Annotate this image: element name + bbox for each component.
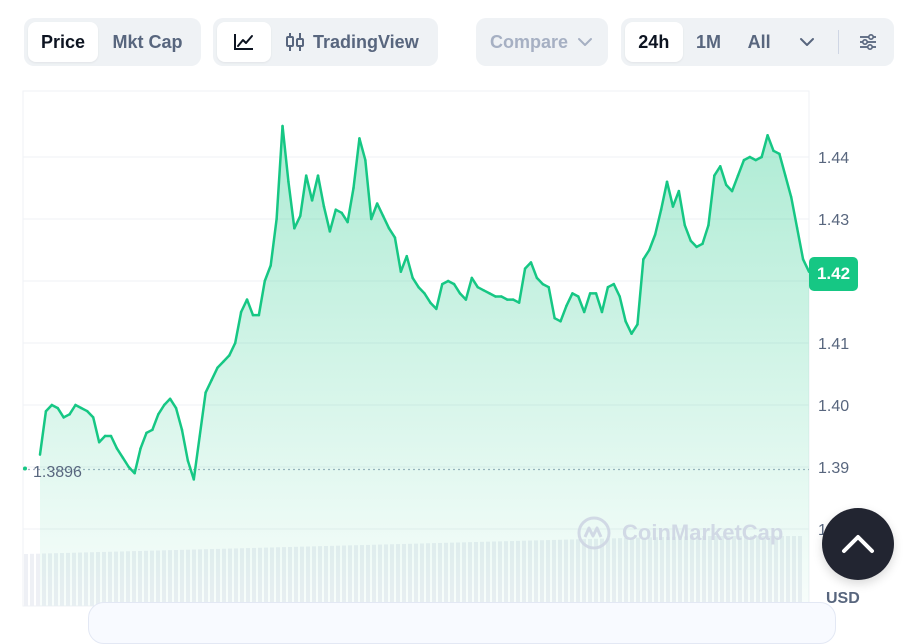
y-tick-label: 1.40 [818,398,849,415]
y-tick-label: 1.41 [818,336,849,353]
current-price-badge: 1.42 [809,257,858,291]
volume-bar [30,553,34,606]
y-tick-label: 1.43 [818,212,849,229]
chevron-up-icon [842,535,874,553]
volume-bar [36,553,40,606]
y-tick-label: 1.39 [818,460,849,477]
price-chart[interactable]: 1.381.391.401.411.431.44 CoinMarketCap 1… [0,0,916,618]
coinmarketcap-logo [577,516,611,550]
reference-price-label: 1.3896 [33,464,82,481]
reference-start-marker [23,466,27,471]
y-tick-label: 1.44 [818,150,849,167]
currency-label: USD [826,590,860,607]
scroll-to-top-button[interactable] [822,508,894,580]
watermark-text: CoinMarketCap [622,520,784,545]
watermark: CoinMarketCap [576,515,783,551]
bottom-card [88,602,836,644]
volume-bar [24,554,28,606]
